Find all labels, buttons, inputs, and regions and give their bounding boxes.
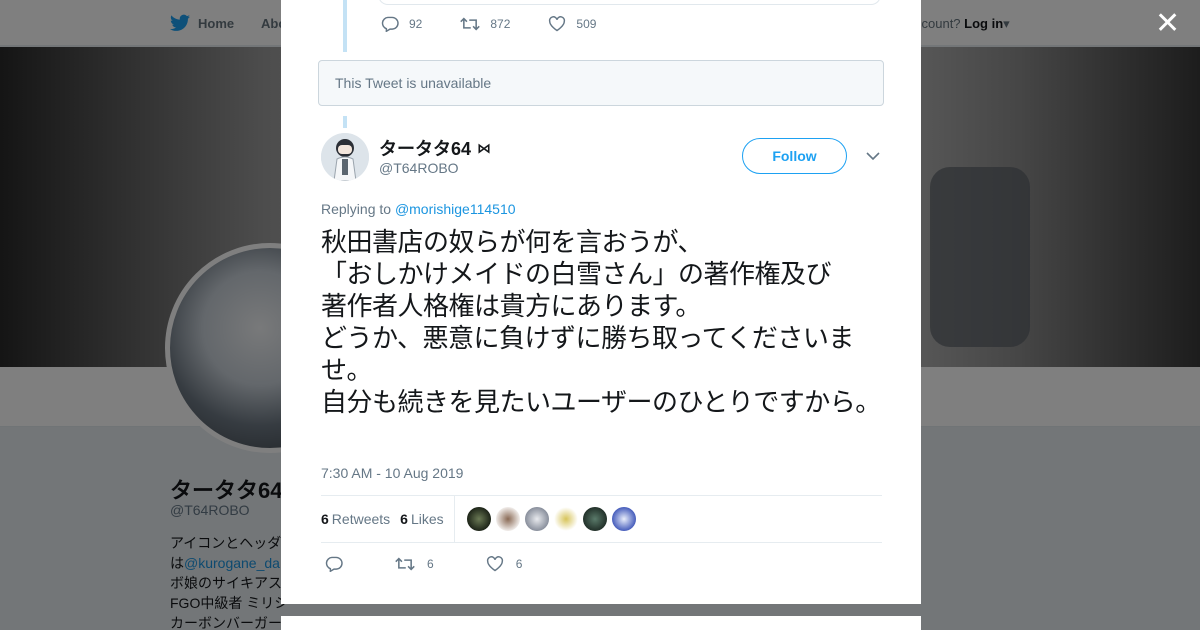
reply-count: 92 (409, 17, 423, 31)
liker-avatar[interactable] (553, 507, 578, 531)
avatar-image (321, 133, 369, 181)
retweet-count: 6 (427, 557, 434, 571)
liker-avatar[interactable] (524, 507, 549, 531)
unavailable-tweet-notice: This Tweet is unavailable (318, 60, 884, 106)
next-modal-card (281, 616, 921, 630)
retweet-count: 872 (490, 17, 511, 31)
heart-icon (486, 556, 503, 572)
retweet-icon (460, 17, 481, 31)
reply-icon (325, 556, 343, 572)
tweet-text: 秋田書店の奴らが何を言おうが、 「おしかけメイドの白雪さん」の著作権及び 著作者… (321, 228, 881, 418)
liker-avatar[interactable] (495, 507, 520, 531)
tweet-stats: 6 Retweets 6 Likes (321, 495, 882, 543)
author-name[interactable]: タータタ64 ⋈ (379, 135, 491, 161)
author-badge: ⋈ (477, 139, 492, 156)
liker-avatar[interactable] (466, 507, 491, 531)
close-icon[interactable]: ✕ (1155, 9, 1180, 39)
retweet-button[interactable]: 872 (460, 16, 510, 32)
author-name-text: タータタ64 (379, 139, 472, 159)
reply-button[interactable]: 92 (381, 16, 422, 32)
thread-connector (343, 116, 347, 128)
author-handle[interactable]: @T64ROBO (379, 160, 459, 176)
retweet-stat[interactable]: 6 Retweets (321, 511, 390, 527)
like-button[interactable]: 509 (548, 16, 596, 32)
thread-connector (343, 0, 347, 52)
replying-prefix: Replying to (321, 201, 392, 217)
follow-button[interactable]: Follow (742, 138, 847, 174)
reply-icon (381, 16, 399, 32)
like-button[interactable]: 6 (486, 556, 523, 572)
replying-to-link[interactable]: @morishige114510 (395, 201, 516, 217)
liker-avatar[interactable] (611, 507, 636, 531)
tweet-timestamp[interactable]: 7:30 AM - 10 Aug 2019 (321, 465, 463, 481)
replying-to: Replying to @morishige114510 (321, 201, 516, 217)
retweet-icon (395, 557, 415, 571)
tweet-modal: 92 872 509 This Tweet is unavailable タータ… (281, 0, 921, 604)
author-avatar[interactable] (321, 133, 369, 181)
chevron-down-icon[interactable] (865, 148, 881, 164)
divider (453, 496, 455, 542)
liker-avatars (466, 507, 636, 531)
retweet-button[interactable]: 6 (395, 556, 434, 572)
tweet-actions: 6 6 (325, 556, 522, 572)
liker-avatar[interactable] (582, 507, 607, 531)
reply-button[interactable] (325, 556, 343, 572)
previous-tweet-actions: 92 872 509 (381, 16, 596, 32)
like-count: 509 (576, 17, 597, 31)
quoted-card-edge (378, 0, 881, 5)
heart-icon (549, 16, 566, 32)
like-stat[interactable]: 6 Likes (400, 511, 443, 527)
like-count: 6 (515, 557, 523, 571)
